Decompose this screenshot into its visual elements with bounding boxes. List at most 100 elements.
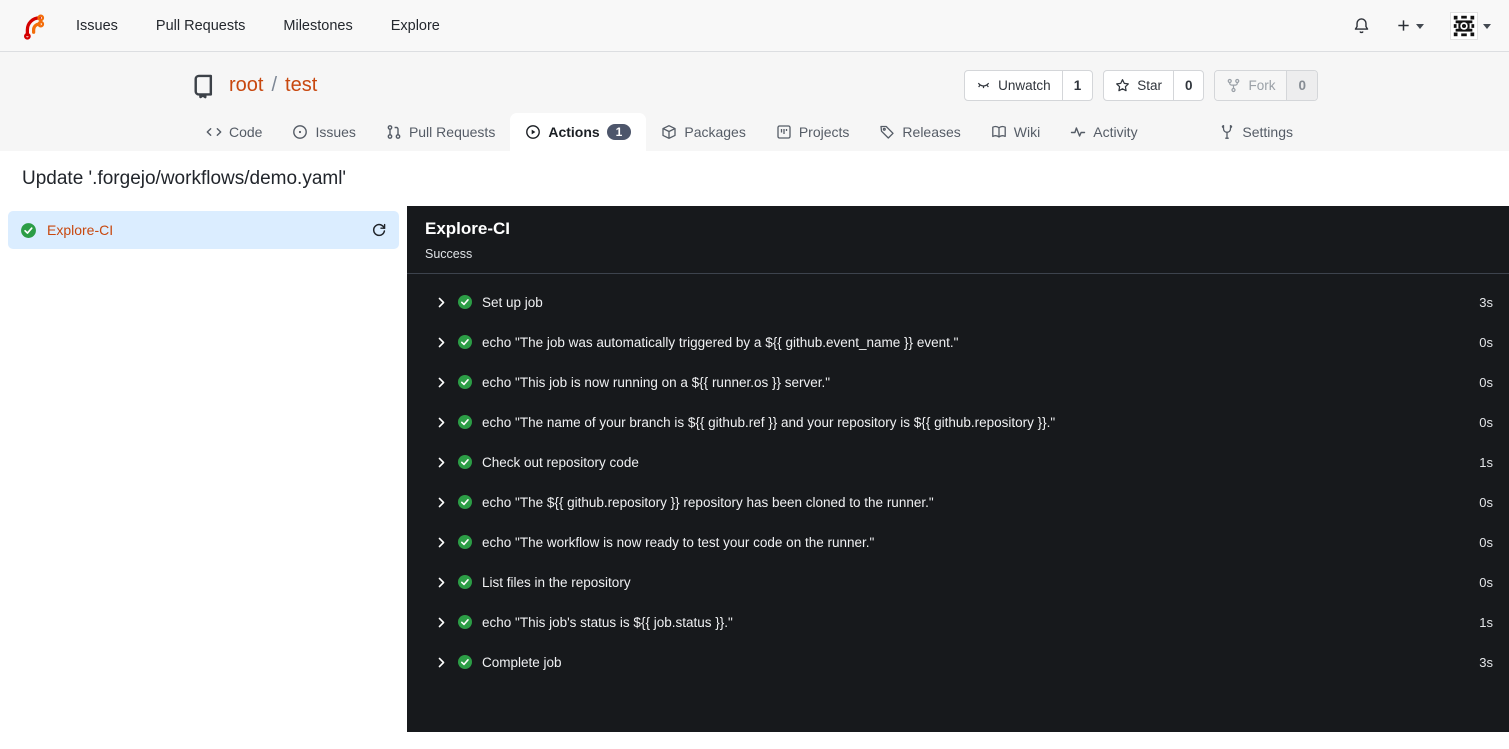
tab-wiki[interactable]: Wiki	[976, 113, 1055, 151]
step-duration: 0s	[1479, 494, 1493, 510]
nav-link-explore[interactable]: Explore	[391, 18, 440, 34]
fork-button[interactable]: Fork	[1215, 71, 1287, 100]
create-new-button[interactable]	[1396, 18, 1424, 33]
nav-link-pull-requests[interactable]: Pull Requests	[156, 18, 245, 34]
job-item-explore-ci[interactable]: Explore-CI	[8, 211, 399, 249]
steps-list: Set up job 3s echo "The job was automati…	[407, 274, 1509, 690]
success-check-icon	[457, 574, 473, 590]
success-check-icon	[457, 614, 473, 630]
log-job-title: Explore-CI	[425, 219, 511, 238]
pull-request-icon	[387, 125, 401, 139]
notifications-bell-icon[interactable]	[1353, 17, 1370, 34]
step-duration: 3s	[1479, 654, 1493, 670]
tab-activity[interactable]: Activity	[1055, 113, 1152, 151]
step-label: echo "This job's status is ${{ job.statu…	[482, 614, 733, 630]
repo-header: root / test Unwatch 1 Star 0 Fork 0 Code…	[0, 52, 1509, 151]
tab-code[interactable]: Code	[191, 113, 277, 151]
step-duration: 0s	[1479, 334, 1493, 350]
fork-count[interactable]: 0	[1286, 71, 1317, 100]
star-button-group: Star 0	[1103, 70, 1205, 101]
step-row[interactable]: Check out repository code 1s	[435, 442, 1495, 482]
nav-link-milestones[interactable]: Milestones	[283, 18, 352, 34]
nav-links: Issues Pull Requests Milestones Explore	[76, 18, 440, 34]
tab-packages[interactable]: Packages	[646, 113, 760, 151]
repo-owner-link[interactable]: root	[229, 74, 263, 96]
chevron-right-icon[interactable]	[435, 296, 448, 309]
step-row[interactable]: echo "The workflow is now ready to test …	[435, 522, 1495, 562]
tab-releases[interactable]: Releases	[864, 113, 975, 151]
step-row[interactable]: echo "The job was automatically triggere…	[435, 322, 1495, 362]
repository-icon	[191, 73, 217, 99]
step-duration: 1s	[1479, 614, 1493, 630]
success-check-icon	[21, 222, 36, 238]
fork-icon	[1228, 78, 1240, 93]
watch-button-group: Unwatch 1	[964, 70, 1094, 101]
chevron-right-icon[interactable]	[435, 576, 448, 589]
step-row[interactable]: echo "This job is now running on a ${{ r…	[435, 362, 1495, 402]
nav-link-issues[interactable]: Issues	[76, 18, 118, 34]
actions-run-page: Update '.forgejo/workflows/demo.yaml' Ex…	[0, 151, 1509, 732]
repo-breadcrumb: root / test	[229, 74, 317, 97]
chevron-right-icon[interactable]	[435, 416, 448, 429]
user-menu[interactable]	[1450, 11, 1491, 40]
step-row[interactable]: Complete job 3s	[435, 642, 1495, 682]
package-icon	[662, 125, 677, 139]
star-icon	[1116, 79, 1130, 92]
step-label: Set up job	[482, 294, 543, 310]
step-row[interactable]: echo "The name of your branch is ${{ git…	[435, 402, 1495, 442]
success-check-icon	[457, 414, 473, 430]
avatar[interactable]	[1450, 11, 1478, 40]
chevron-right-icon[interactable]	[435, 656, 448, 669]
plus-icon	[1398, 20, 1409, 31]
step-label: Complete job	[482, 654, 562, 670]
forgejo-logo-icon[interactable]	[18, 11, 48, 41]
tab-actions[interactable]: Actions 1	[510, 113, 647, 151]
job-name: Explore-CI	[47, 222, 114, 238]
step-duration: 0s	[1479, 374, 1493, 390]
success-check-icon	[457, 334, 473, 350]
actions-play-icon	[526, 125, 541, 139]
success-check-icon	[457, 454, 473, 470]
step-row[interactable]: echo "This job's status is ${{ job.statu…	[435, 602, 1495, 642]
step-label: echo "The ${{ github.repository }} repos…	[482, 494, 934, 510]
star-count[interactable]: 0	[1172, 71, 1204, 100]
repo-name-link[interactable]: test	[285, 74, 317, 96]
star-button[interactable]: Star	[1104, 71, 1173, 100]
step-duration: 0s	[1479, 534, 1493, 550]
log-job-status: Success	[425, 247, 473, 261]
step-row[interactable]: Set up job 3s	[435, 282, 1495, 322]
breadcrumb-separator: /	[271, 74, 278, 96]
eye-slash-icon	[978, 82, 990, 89]
step-label: List files in the repository	[482, 574, 631, 590]
success-check-icon	[457, 654, 473, 670]
tab-settings[interactable]: Settings	[1204, 113, 1308, 151]
jobs-sidebar: Explore-CI	[0, 206, 407, 732]
chevron-right-icon[interactable]	[435, 376, 448, 389]
success-check-icon	[457, 494, 473, 510]
chevron-right-icon[interactable]	[435, 456, 448, 469]
success-check-icon	[457, 374, 473, 390]
step-duration: 3s	[1479, 294, 1493, 310]
repo-action-buttons: Unwatch 1 Star 0 Fork 0	[964, 70, 1318, 101]
tab-pull-requests[interactable]: Pull Requests	[371, 113, 510, 151]
watch-count[interactable]: 1	[1061, 71, 1093, 100]
tab-issues[interactable]: Issues	[277, 113, 370, 151]
step-row[interactable]: echo "The ${{ github.repository }} repos…	[435, 482, 1495, 522]
repo-tabs: Code Issues Pull Requests Actions 1 Pack…	[191, 113, 1318, 151]
step-duration: 0s	[1479, 574, 1493, 590]
tab-projects[interactable]: Projects	[761, 113, 865, 151]
chevron-right-icon[interactable]	[435, 616, 448, 629]
chevron-right-icon[interactable]	[435, 496, 448, 509]
log-panel-header: Explore-CI Success	[407, 206, 1509, 274]
chevron-right-icon[interactable]	[435, 336, 448, 349]
issue-icon	[293, 125, 308, 139]
unwatch-button[interactable]: Unwatch	[965, 71, 1062, 100]
fork-button-group: Fork 0	[1214, 70, 1318, 101]
navbar-right	[1353, 11, 1491, 40]
settings-tools-icon	[1222, 125, 1233, 139]
chevron-right-icon[interactable]	[435, 536, 448, 549]
rerun-job-icon[interactable]	[371, 222, 387, 238]
step-duration: 1s	[1479, 454, 1493, 470]
success-check-icon	[457, 294, 473, 310]
step-row[interactable]: List files in the repository 0s	[435, 562, 1495, 602]
